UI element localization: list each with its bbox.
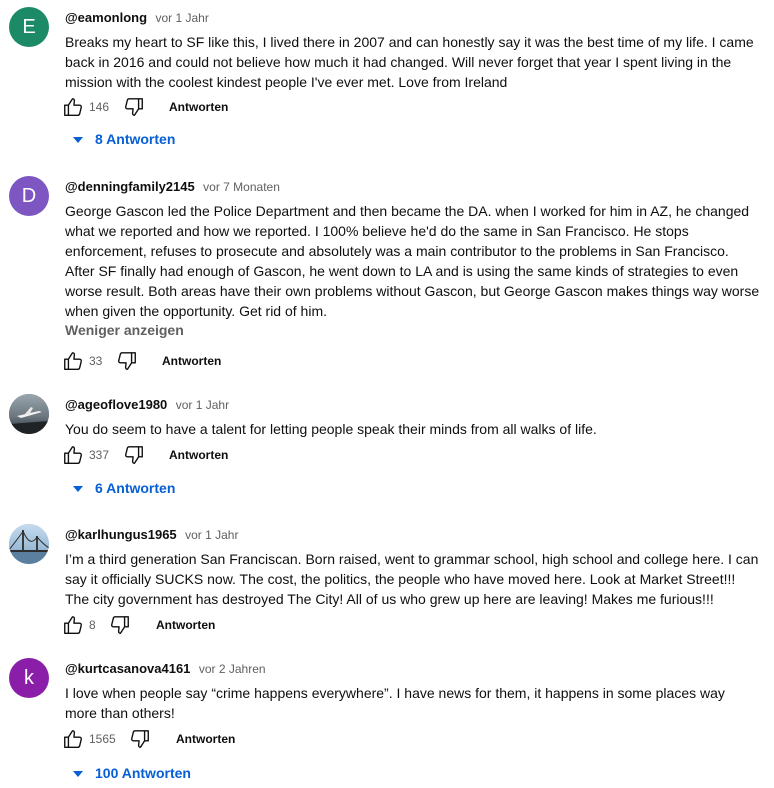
author-name[interactable]: @ageoflove1980 [65, 397, 167, 412]
dislike-icon[interactable] [116, 350, 138, 372]
comment-timestamp[interactable]: vor 1 Jahr [176, 398, 229, 412]
avatar[interactable]: k [9, 658, 49, 698]
comment-text: I’m a third generation San Franciscan. B… [65, 551, 759, 607]
avatar[interactable]: E [9, 7, 49, 47]
reply-button[interactable]: Antworten [169, 448, 228, 462]
comment-header: @karlhungus1965 vor 1 Jahr [65, 526, 238, 544]
like-icon[interactable] [62, 350, 84, 372]
replies-count-label: 8 Antworten [95, 131, 176, 147]
golden-gate-bridge-icon [9, 524, 49, 564]
chevron-down-icon [73, 486, 83, 492]
comment-header: @kurtcasanova4161 vor 2 Jahren [65, 660, 266, 678]
comment-timestamp[interactable]: vor 7 Monaten [203, 180, 280, 194]
comment-text: George Gascon led the Police Department … [65, 203, 760, 319]
avatar-letter: D [21, 184, 37, 207]
like-count: 146 [89, 100, 110, 114]
comment-text: You do seem to have a talent for letting… [65, 421, 597, 437]
like-icon[interactable] [62, 614, 84, 636]
comment-timestamp[interactable]: vor 1 Jahr [185, 528, 238, 542]
like-count: 337 [89, 448, 110, 462]
comment-header: @denningfamily2145 vor 7 Monaten [65, 178, 280, 196]
like-icon[interactable] [62, 444, 84, 466]
airplane-photo-icon [9, 394, 49, 434]
author-name[interactable]: @eamonlong [65, 10, 147, 25]
chevron-down-icon [73, 771, 83, 777]
reply-button[interactable]: Antworten [162, 354, 221, 368]
comment-text: Breaks my heart to SF like this, I lived… [65, 34, 754, 90]
avatar-letter: k [24, 666, 34, 689]
author-name[interactable]: @denningfamily2145 [65, 179, 195, 194]
reply-button[interactable]: Antworten [176, 732, 235, 746]
avatar[interactable] [9, 524, 49, 564]
comment-timestamp[interactable]: vor 2 Jahren [199, 662, 266, 676]
dislike-icon[interactable] [109, 614, 131, 636]
dislike-icon[interactable] [123, 444, 145, 466]
show-less-button[interactable]: Weniger anzeigen [65, 322, 184, 338]
dislike-icon[interactable] [129, 728, 151, 750]
replies-count-label: 6 Antworten [95, 480, 176, 496]
reply-button[interactable]: Antworten [156, 618, 215, 632]
like-count: 33 [89, 354, 103, 368]
chevron-down-icon [73, 137, 83, 143]
reply-button[interactable]: Antworten [169, 100, 228, 114]
like-icon[interactable] [62, 96, 84, 118]
author-name[interactable]: @karlhungus1965 [65, 527, 177, 542]
avatar[interactable] [9, 394, 49, 434]
avatar-letter: E [22, 15, 36, 38]
comment-timestamp[interactable]: vor 1 Jahr [155, 11, 208, 25]
author-name[interactable]: @kurtcasanova4161 [65, 661, 190, 676]
like-count: 1565 [89, 732, 116, 746]
like-count: 8 [89, 618, 96, 632]
avatar[interactable]: D [9, 176, 49, 216]
like-icon[interactable] [62, 728, 84, 750]
dislike-icon[interactable] [123, 96, 145, 118]
comment-header: @ageoflove1980 vor 1 Jahr [65, 396, 229, 414]
comment-text: I love when people say “crime happens ev… [65, 685, 725, 721]
replies-count-label: 100 Antworten [95, 765, 191, 781]
comment-header: @eamonlong vor 1 Jahr [65, 9, 209, 27]
